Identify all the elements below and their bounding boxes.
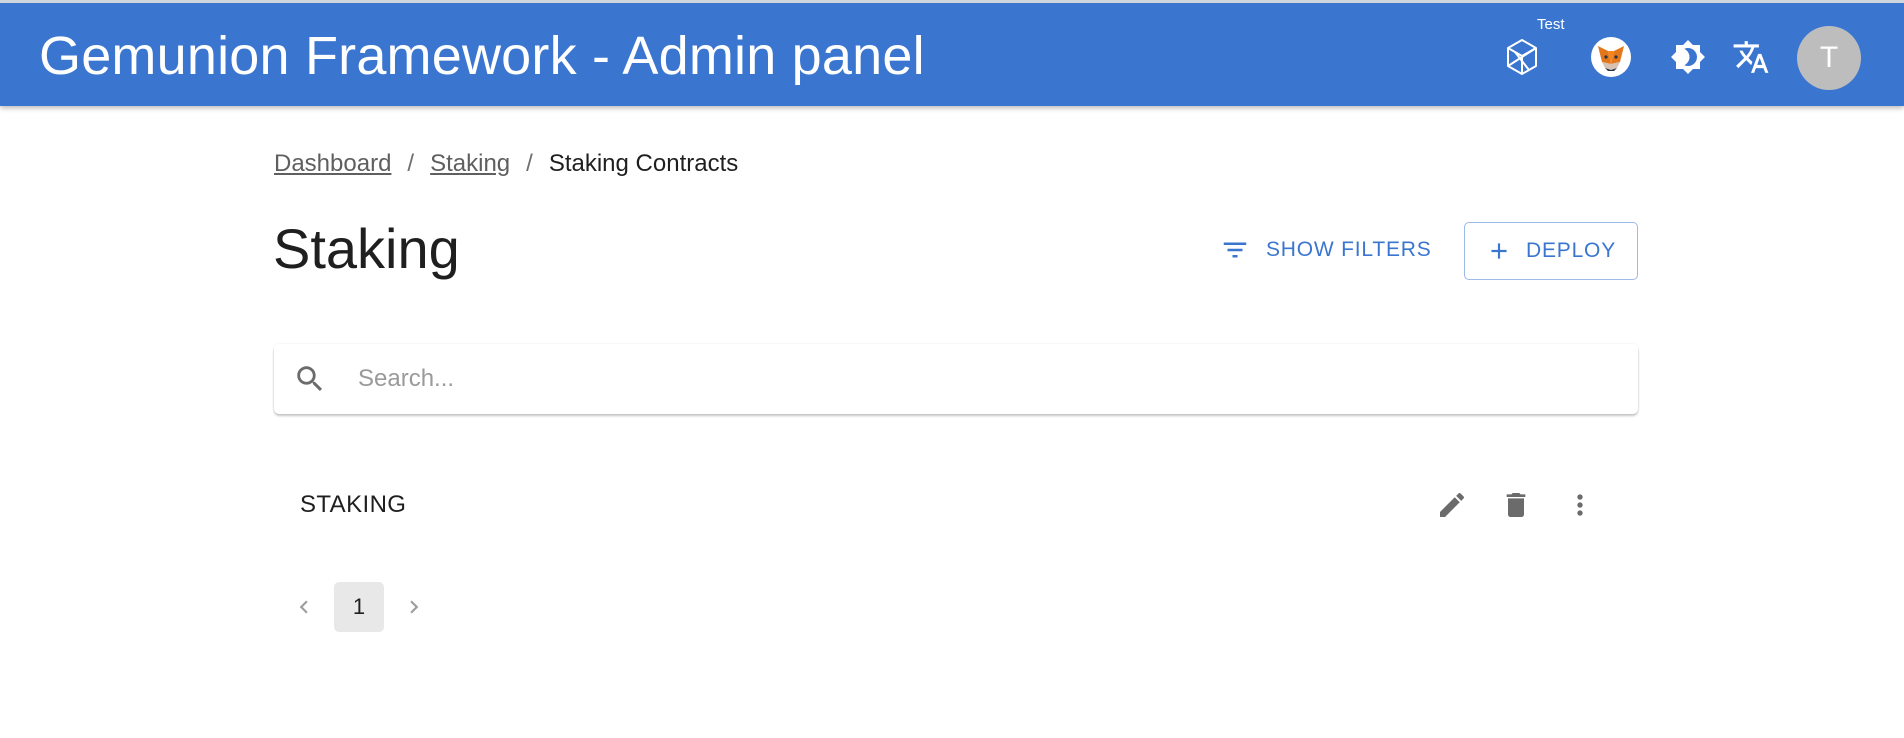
delete-icon	[1506, 493, 1526, 517]
chevron-left-icon	[299, 600, 308, 614]
plus-icon	[1491, 243, 1507, 259]
network-label: Test	[1537, 16, 1565, 33]
deploy-label: DEPLOY	[1526, 239, 1616, 262]
list-item-label: STAKING	[300, 491, 407, 518]
app-bar: Gemunion Framework - Admin panel Test T	[0, 0, 1904, 106]
chevron-right-icon	[410, 600, 419, 614]
page-title: Staking	[273, 217, 460, 280]
breadcrumb-dashboard-link[interactable]: Dashboard	[274, 150, 391, 178]
show-filters-button[interactable]: SHOW FILTERS	[1208, 222, 1432, 278]
previous-page-button[interactable]	[284, 583, 324, 631]
breadcrumb-separator: /	[526, 150, 533, 177]
edit-icon	[1440, 492, 1465, 517]
language-button[interactable]	[1731, 37, 1771, 77]
breadcrumb-staking-link[interactable]: Staking	[430, 150, 510, 178]
deploy-button[interactable]: DEPLOY	[1464, 222, 1638, 280]
network-icon	[1507, 39, 1537, 75]
filter-list-icon	[1223, 242, 1247, 258]
search-input[interactable]	[356, 364, 1560, 394]
edit-button[interactable]	[1434, 487, 1470, 523]
translate-icon	[1733, 41, 1769, 73]
pagination: 1	[284, 582, 434, 632]
page-button-current[interactable]: 1	[334, 582, 384, 632]
list-item[interactable]: STAKING	[274, 470, 1638, 540]
search-icon-container	[292, 361, 328, 397]
app-title: Gemunion Framework - Admin panel	[39, 26, 925, 86]
more-vert-icon	[1577, 494, 1583, 516]
metamask-button[interactable]	[1590, 36, 1632, 78]
theme-toggle-button[interactable]	[1668, 37, 1708, 77]
delete-button[interactable]	[1498, 487, 1534, 523]
network-button[interactable]	[1502, 37, 1542, 77]
next-page-button[interactable]	[394, 583, 434, 631]
breadcrumb: Dashboard / Staking / Staking Contracts	[274, 150, 738, 178]
more-options-button[interactable]	[1562, 487, 1598, 523]
search-icon	[297, 366, 323, 392]
show-filters-label: SHOW FILTERS	[1266, 238, 1432, 261]
metamask-fox-icon	[1591, 37, 1631, 77]
breadcrumb-separator: /	[407, 150, 415, 177]
brightness-icon	[1671, 40, 1705, 74]
breadcrumb-current: Staking Contracts	[548, 150, 739, 177]
user-avatar[interactable]: T	[1797, 26, 1861, 90]
search-bar	[274, 344, 1638, 414]
